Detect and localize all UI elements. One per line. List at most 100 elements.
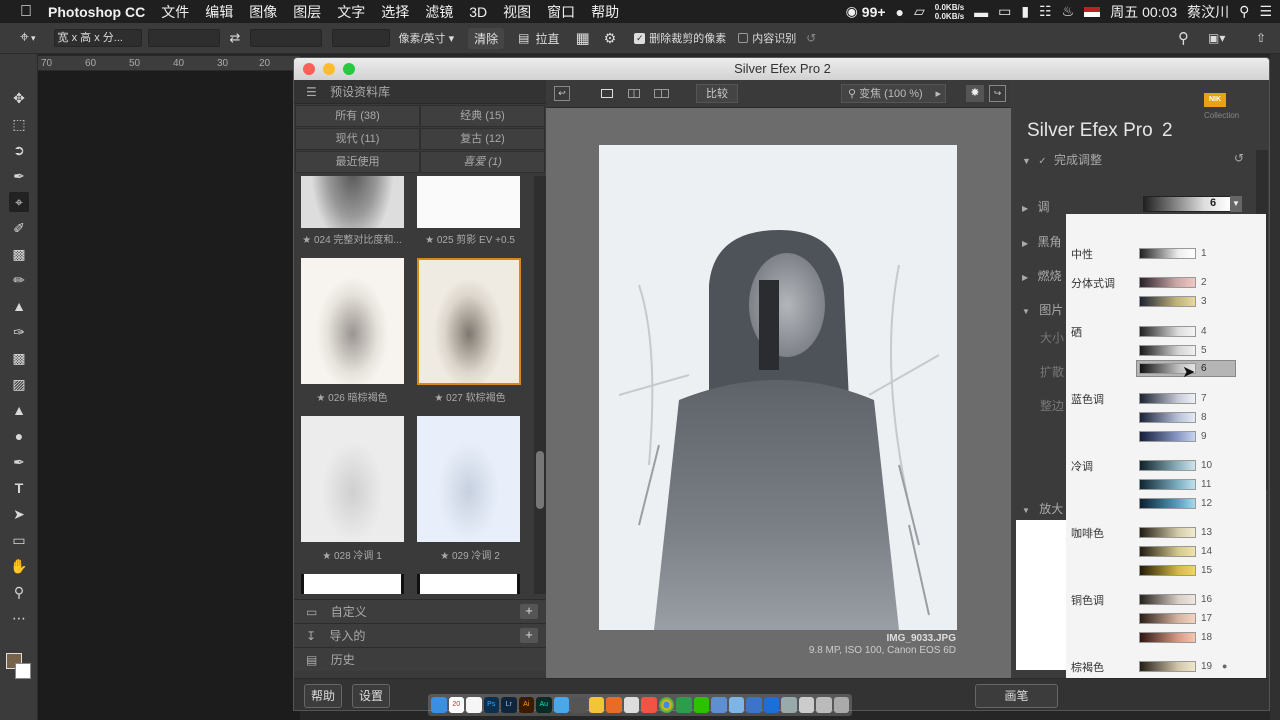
wifi-icon[interactable]: ☷ bbox=[1039, 3, 1052, 20]
width-field[interactable] bbox=[147, 29, 220, 47]
apple-icon[interactable]:  bbox=[0, 3, 40, 21]
bulb-icon[interactable]: ✸ bbox=[966, 85, 984, 102]
quick-select-icon[interactable]: ✒ bbox=[9, 166, 29, 186]
history-brush-icon[interactable]: ✑ bbox=[9, 322, 29, 342]
close-button[interactable] bbox=[303, 63, 315, 75]
rectangle-tool-icon[interactable]: ▭ bbox=[9, 530, 29, 550]
category-favorites[interactable]: 喜爱 (1) bbox=[420, 151, 545, 173]
flag-icon[interactable] bbox=[1084, 6, 1101, 17]
menu-file[interactable]: 文件 bbox=[153, 2, 197, 22]
app-icon[interactable] bbox=[571, 697, 587, 713]
tone-swatch-13[interactable] bbox=[1139, 527, 1196, 538]
stamp-tool-icon[interactable]: ▲ bbox=[9, 296, 29, 316]
app-icon[interactable] bbox=[728, 697, 744, 713]
notes-icon[interactable] bbox=[466, 697, 482, 713]
zoom-button[interactable] bbox=[343, 63, 355, 75]
grid-overlay-icon[interactable]: ▦ bbox=[575, 29, 589, 47]
compare-button[interactable]: 比较 bbox=[696, 84, 738, 103]
tone-swatch-16[interactable] bbox=[1139, 594, 1196, 605]
finishing-adjustments-header[interactable]: ▼ ✓ 完成调整 ↺ bbox=[1022, 151, 1262, 167]
toning-row[interactable]: ▶ 调 bbox=[1022, 198, 1050, 215]
menu-filter[interactable]: 滤镜 bbox=[417, 2, 461, 22]
menu-window[interactable]: 窗口 bbox=[539, 2, 583, 22]
app-icon[interactable] bbox=[816, 697, 832, 713]
add-import-button[interactable]: + bbox=[520, 628, 538, 643]
app-icon[interactable] bbox=[606, 697, 622, 713]
library-header[interactable]: ☰ 预设资料库 bbox=[294, 80, 546, 104]
category-all[interactable]: 所有 (38) bbox=[295, 105, 420, 127]
preset-thumbnail[interactable] bbox=[301, 258, 404, 384]
trash-icon[interactable] bbox=[833, 697, 849, 713]
calendar-icon[interactable]: 20 bbox=[448, 697, 464, 713]
preset-scrollbar[interactable] bbox=[534, 176, 546, 594]
loupe-header[interactable]: ▼ 放大 bbox=[1022, 500, 1063, 517]
tone-swatch-1[interactable] bbox=[1139, 248, 1196, 259]
clock[interactable]: 周五 00:03 bbox=[1110, 2, 1177, 22]
category-modern[interactable]: 现代 (11) bbox=[295, 128, 420, 150]
workspace-icon[interactable]: ▣▾ bbox=[1208, 31, 1225, 45]
brush-button[interactable]: 画笔 bbox=[975, 684, 1058, 708]
tone-swatch-12[interactable] bbox=[1139, 498, 1196, 509]
app-icon[interactable] bbox=[588, 697, 604, 713]
shield-icon[interactable]: ▱ bbox=[914, 3, 925, 20]
background-color[interactable] bbox=[15, 663, 31, 679]
tone-swatch-4[interactable] bbox=[1139, 326, 1196, 337]
preset-thumbnail[interactable] bbox=[417, 176, 520, 228]
blur-tool-icon[interactable]: ▲ bbox=[9, 400, 29, 420]
menu-select[interactable]: 选择 bbox=[373, 2, 417, 22]
menu-view[interactable]: 视图 bbox=[495, 2, 539, 22]
menu-3d[interactable]: 3D bbox=[461, 4, 495, 20]
wechat-icon[interactable]: ◉ bbox=[846, 3, 858, 20]
tone-swatch-10[interactable] bbox=[1139, 460, 1196, 471]
search-icon[interactable]: ⚲ bbox=[1178, 29, 1189, 47]
category-classic[interactable]: 经典 (15) bbox=[420, 105, 545, 127]
eyedropper-icon[interactable]: ✐ bbox=[9, 218, 29, 238]
crop-tool-icon[interactable]: ⌖ bbox=[9, 192, 29, 212]
tone-swatch-9[interactable] bbox=[1139, 431, 1196, 442]
lasso-tool-icon[interactable]: ➲ bbox=[9, 140, 29, 160]
tone-swatch-17[interactable] bbox=[1139, 613, 1196, 624]
tone-swatch-15[interactable] bbox=[1139, 565, 1196, 576]
delete-cropped-checkbox[interactable]: ✓ bbox=[634, 32, 646, 44]
tone-swatch-2[interactable] bbox=[1139, 277, 1196, 288]
hand-tool-icon[interactable]: ✋ bbox=[9, 556, 29, 576]
tone-swatch-7[interactable] bbox=[1139, 393, 1196, 404]
crop-tool-icon[interactable]: ⌖ bbox=[20, 29, 29, 47]
category-vintage[interactable]: 复古 (12) bbox=[420, 128, 545, 150]
tone-swatch-19[interactable] bbox=[1139, 661, 1196, 672]
app-icon[interactable] bbox=[763, 697, 779, 713]
preset-thumbnail[interactable] bbox=[301, 176, 404, 228]
reset-icon[interactable]: ↺ bbox=[1234, 151, 1244, 165]
height-field[interactable] bbox=[250, 29, 323, 47]
add-custom-button[interactable]: + bbox=[520, 604, 538, 619]
single-view-icon[interactable] bbox=[601, 89, 613, 98]
tone-swatch-5[interactable] bbox=[1139, 345, 1196, 356]
tone-swatch-3[interactable] bbox=[1139, 296, 1196, 307]
preset-thumbnail-selected[interactable] bbox=[417, 258, 521, 385]
menu-type[interactable]: 文字 bbox=[329, 2, 373, 22]
dodge-tool-icon[interactable]: ● bbox=[9, 426, 29, 446]
menu-image[interactable]: 图像 bbox=[241, 2, 285, 22]
toning-select[interactable]: 6 ▼ bbox=[1143, 196, 1242, 212]
straighten-icon[interactable]: ▤ bbox=[518, 31, 529, 45]
zoom-tool-icon[interactable]: ⚲ bbox=[9, 582, 29, 602]
app-icon[interactable] bbox=[798, 697, 814, 713]
healing-brush-icon[interactable]: ▩ bbox=[9, 244, 29, 264]
ratio-select[interactable]: 宽 x 高 x 分... bbox=[53, 29, 142, 47]
move-tool-icon[interactable]: ✥ bbox=[9, 88, 29, 108]
chevron-down-icon[interactable]: ▾ bbox=[31, 33, 36, 44]
document-canvas[interactable] bbox=[38, 71, 300, 720]
path-select-icon[interactable]: ➤ bbox=[9, 504, 29, 524]
photoshop-icon[interactable]: Ps bbox=[483, 697, 499, 713]
tone-swatch-8[interactable] bbox=[1139, 412, 1196, 423]
section-custom[interactable]: ▭ 自定义 + bbox=[294, 599, 546, 623]
app-icon[interactable] bbox=[711, 697, 727, 713]
brush-tool-icon[interactable]: ✏ bbox=[9, 270, 29, 290]
tone-swatch-18[interactable] bbox=[1139, 632, 1196, 643]
swap-icon[interactable]: ⇄ bbox=[230, 30, 241, 46]
menu-icon[interactable]: ☰ bbox=[306, 85, 317, 99]
gear-icon[interactable]: ⚙ bbox=[604, 30, 617, 47]
preview-image[interactable] bbox=[599, 145, 957, 630]
window-titlebar[interactable]: Silver Efex Pro 2 bbox=[294, 58, 1269, 80]
split-view-icon[interactable] bbox=[628, 89, 640, 98]
